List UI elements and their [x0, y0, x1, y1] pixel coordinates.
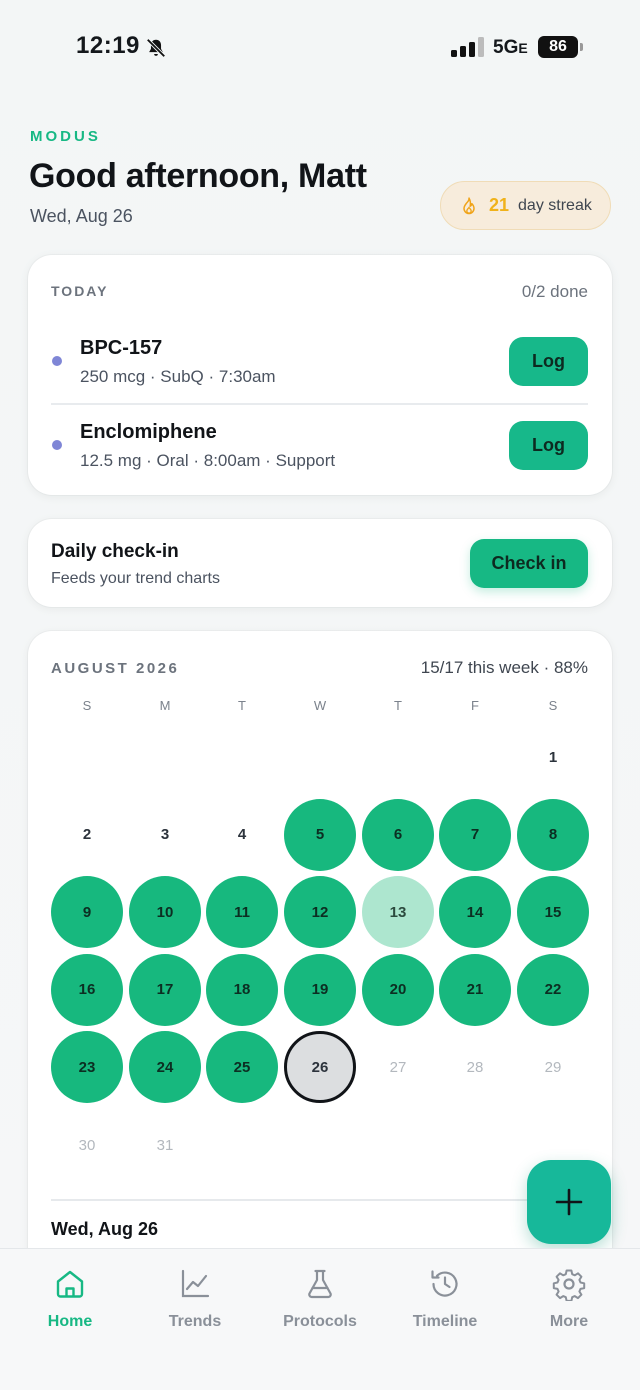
- calendar-day[interactable]: 2: [51, 799, 123, 871]
- calendar-day[interactable]: 17: [129, 953, 201, 1026]
- chart-icon: [181, 1269, 210, 1298]
- battery-cap: [580, 43, 583, 51]
- weekday-header: T: [238, 698, 246, 713]
- selected-date: Wed, Aug 26: [51, 1219, 159, 1239]
- plus-icon: [555, 1188, 583, 1216]
- page-title: Good afternoon, Matt: [29, 157, 367, 195]
- calendar-day[interactable]: 27: [362, 1031, 434, 1103]
- calendar-day[interactable]: 31: [129, 1109, 201, 1181]
- calendar-day[interactable]: 19: [284, 953, 356, 1026]
- status-time: 12:19: [76, 32, 140, 59]
- calendar-day[interactable]: 5: [284, 798, 356, 871]
- calendar-day[interactable]: 21: [439, 953, 511, 1026]
- bell-muted-icon: [146, 38, 166, 58]
- today-title: TODAY: [51, 283, 109, 299]
- calendar-day-today[interactable]: 26: [284, 1031, 356, 1104]
- tab-more[interactable]: More: [509, 1267, 629, 1331]
- weekday-header: T: [394, 698, 402, 713]
- tab-bar: Home Trends Protocols Timeline More: [0, 1248, 640, 1390]
- brand-label: MODUS: [30, 128, 101, 145]
- home-icon: [56, 1270, 84, 1298]
- calendar-day[interactable]: 9: [51, 876, 123, 949]
- status-bar: 12:19 5GE 86: [0, 0, 640, 96]
- tab-label: Trends: [168, 1313, 222, 1330]
- calendar-day[interactable]: 28: [439, 1031, 511, 1103]
- calendar-day[interactable]: 3: [129, 799, 201, 871]
- header-date: Wed, Aug 26: [30, 206, 133, 226]
- calendar-day[interactable]: 10: [129, 876, 201, 949]
- checkin-subtitle: Feeds your trend charts: [51, 570, 220, 587]
- dose-name: BPC-157: [80, 337, 163, 359]
- calendar-day[interactable]: 30: [51, 1109, 123, 1181]
- weekday-header: S: [82, 698, 92, 713]
- tab-label: More: [549, 1313, 589, 1330]
- dose-name: Enclomiphene: [80, 421, 217, 443]
- calendar-day[interactable]: 25: [206, 1031, 278, 1104]
- gear-icon: [552, 1269, 586, 1301]
- signal-icon: [451, 37, 484, 57]
- calendar-day[interactable]: 13: [362, 876, 434, 949]
- calendar-day[interactable]: 15: [517, 876, 589, 949]
- checkin-title: Daily check-in: [51, 541, 179, 562]
- log-dose-button[interactable]: Log: [509, 421, 588, 470]
- tab-label: Protocols: [283, 1313, 357, 1330]
- divider: [51, 403, 588, 405]
- streak-badge[interactable]: 21 day streak: [440, 181, 611, 230]
- flame-icon: [463, 196, 475, 214]
- weekday-header: M: [159, 698, 171, 713]
- log-dose-button[interactable]: Log: [509, 337, 588, 386]
- today-card: TODAY 0/2 done BPC-157 250 mcg · SubQ · …: [28, 255, 612, 495]
- weekday-header: W: [313, 698, 327, 713]
- calendar-day[interactable]: 14: [439, 876, 511, 949]
- calendar-day[interactable]: 1: [517, 721, 589, 793]
- dose-status-dot: [52, 440, 62, 450]
- calendar-day[interactable]: 8: [517, 798, 589, 871]
- calendar-day[interactable]: 24: [129, 1031, 201, 1104]
- calendar-day[interactable]: 22: [517, 953, 589, 1026]
- divider: [51, 1199, 588, 1201]
- today-progress: 0/2 done: [521, 282, 588, 301]
- calendar-day[interactable]: 23: [51, 1031, 123, 1104]
- add-button[interactable]: [527, 1160, 611, 1244]
- calendar-day[interactable]: 16: [51, 953, 123, 1026]
- tab-label: Home: [47, 1313, 93, 1330]
- battery-indicator: 86: [538, 36, 578, 58]
- check-in-button[interactable]: Check in: [470, 539, 588, 588]
- calendar-day[interactable]: 11: [206, 876, 278, 949]
- calendar-day[interactable]: 4: [206, 799, 278, 871]
- streak-label: day streak: [518, 196, 592, 214]
- weekday-header: F: [471, 698, 479, 713]
- calendar-day[interactable]: 18: [206, 953, 278, 1026]
- calendar-day[interactable]: 29: [517, 1031, 589, 1103]
- calendar-day[interactable]: 7: [439, 798, 511, 871]
- streak-count: 21: [489, 195, 510, 215]
- tab-timeline[interactable]: Timeline: [385, 1267, 505, 1331]
- checkin-card: Daily check-in Feeds your trend charts C…: [28, 519, 612, 607]
- tab-protocols[interactable]: Protocols: [260, 1267, 380, 1331]
- network-label: 5GE: [493, 37, 528, 58]
- calendar-summary: 15/17 this week · 88%: [420, 658, 588, 677]
- dose-detail: 250 mcg · SubQ · 7:30am: [80, 367, 276, 386]
- dose-detail: 12.5 mg · Oral · 8:00am · Support: [80, 451, 336, 470]
- calendar-day[interactable]: 6: [362, 798, 434, 871]
- calendar-day[interactable]: 20: [362, 953, 434, 1026]
- history-icon: [431, 1270, 458, 1297]
- tab-label: Timeline: [412, 1313, 478, 1330]
- dose-status-dot: [52, 356, 62, 366]
- flask-icon: [308, 1269, 332, 1299]
- calendar-card: AUGUST 2026 15/17 this week · 88% Wed, A…: [28, 631, 612, 1331]
- tab-trends[interactable]: Trends: [135, 1267, 255, 1331]
- weekday-header: S: [548, 698, 558, 713]
- calendar-month: AUGUST 2026: [51, 660, 180, 677]
- calendar-day[interactable]: 12: [284, 876, 356, 949]
- tab-home[interactable]: Home: [10, 1267, 130, 1331]
